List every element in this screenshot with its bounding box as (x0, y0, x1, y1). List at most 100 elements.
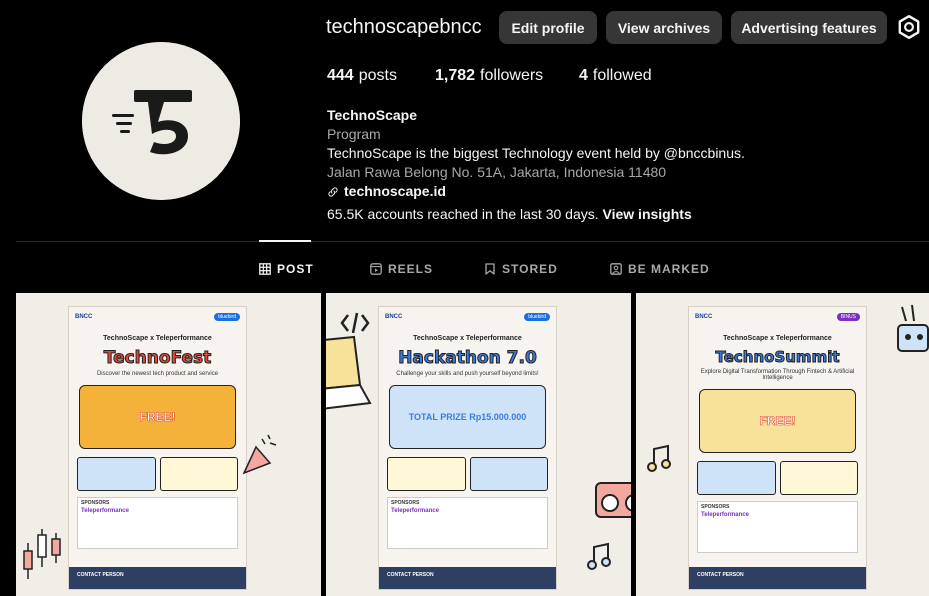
post-tile[interactable]: BNCC BINUS TechnoScape x Teleperformance… (636, 293, 929, 596)
bncc-logo-icon: BNCC (75, 314, 93, 320)
poster-contact: CONTACT PERSON (689, 567, 866, 589)
poster-header: BNCC bluebird (69, 307, 246, 327)
poster-header: BNCC BINUS (689, 307, 866, 327)
post-poster: BNCC bluebird TechnoScape x Teleperforma… (378, 306, 557, 590)
tab-reels[interactable]: REELS (370, 262, 433, 276)
poster-badge: FREE! (139, 410, 176, 425)
active-tab-indicator (259, 240, 311, 242)
poster-collab: TechnoScape x Teleperformance (103, 335, 212, 342)
poster-info-box (387, 457, 466, 491)
view-archives-button[interactable]: View archives (606, 11, 722, 44)
bookmark-icon (485, 263, 495, 275)
poster-info-box (779, 461, 858, 495)
robot-doodle-icon (897, 304, 929, 352)
poster-sponsors: SPONSORS Teleperformance (77, 497, 238, 549)
poster-header: BNCC bluebird (379, 307, 556, 327)
tab-post[interactable]: POST (259, 262, 314, 276)
edit-profile-button[interactable]: Edit profile (499, 11, 597, 44)
sponsor-header: SPONSORS (701, 504, 730, 510)
poster-title: Hackathon 7.0 (398, 348, 538, 369)
boombox-doodle-icon (595, 482, 631, 518)
poster-info-box (469, 457, 548, 491)
followers-count-value: 1,782 (435, 67, 476, 84)
poster-info-boxes (697, 461, 858, 495)
profile-website-text: technoscape.id (344, 183, 446, 199)
insights-text: 65.5K accounts reached in the last 30 da… (327, 206, 599, 222)
poster-artwork: FREE! (79, 385, 236, 449)
profile-description: TechnoScape is the biggest Technology ev… (327, 145, 745, 161)
tab-stored[interactable]: STORED (484, 262, 558, 276)
insights-summary: 65.5K accounts reached in the last 30 da… (327, 206, 692, 222)
advertising-features-button[interactable]: Advertising features (731, 11, 887, 44)
followed-count-label: followed (592, 67, 652, 84)
music-note-doodle-icon (587, 542, 611, 570)
poster-subtitle: Explore Digital Transformation Through F… (700, 369, 855, 381)
followers-count-label: followers (480, 67, 544, 84)
poster-subtitle: Challenge your skills and push yourself … (396, 371, 539, 377)
bncc-logo-icon: BNCC (385, 314, 403, 320)
poster-title: TechnoSummit (715, 348, 840, 367)
sponsor-header: SPONSORS (81, 500, 110, 506)
poster-contact: CONTACT PERSON (379, 567, 556, 589)
poster-info-box (159, 457, 238, 491)
grid-icon (259, 263, 271, 275)
settings-gear-icon[interactable] (896, 14, 922, 40)
poster-artwork: TOTAL PRIZE Rp15.000.000 (389, 385, 546, 449)
profile-address[interactable]: Jalan Rawa Belong No. 51A, Jakarta, Indo… (327, 163, 745, 182)
tab-be-marked[interactable]: BE MARKED (610, 262, 710, 276)
party-popper-doodle-icon (242, 434, 277, 475)
followers-link[interactable]: 1,782 followers (435, 67, 543, 85)
poster-contact: CONTACT PERSON (69, 567, 246, 589)
code-tag-doodle-icon (340, 312, 370, 334)
poster-sponsors: SPONSORS Teleperformance (697, 501, 858, 553)
tab-stored-label: STORED (502, 262, 558, 276)
media-partner-pill: bluebird (524, 313, 550, 321)
tab-reels-label: REELS (388, 262, 434, 276)
poster-badge: FREE! (759, 414, 796, 429)
posts-count-label: posts (358, 67, 397, 84)
candlestick-doodle-icon (23, 529, 61, 579)
media-partner-pill: BINUS (836, 313, 860, 321)
post-poster: BNCC bluebird TechnoScape x Teleperforma… (68, 306, 247, 590)
poster-info-box (77, 457, 156, 491)
poster-info-box (697, 461, 776, 495)
profile-display-name: TechnoScape (327, 107, 417, 123)
sponsor-name: Teleperformance (391, 508, 439, 514)
post-tile[interactable]: BNCC bluebird TechnoScape x Teleperforma… (16, 293, 321, 596)
posts-count-value: 444 (327, 67, 354, 84)
sponsor-name: Teleperformance (81, 508, 129, 514)
laptop-doodle-icon (326, 335, 372, 410)
poster-info-boxes (387, 457, 548, 491)
profile-username: technoscapebncc (326, 16, 482, 38)
music-note-doodle-icon (647, 444, 671, 472)
profile-website-link[interactable]: technoscape.id (327, 182, 745, 201)
tagged-icon (610, 263, 622, 275)
profile-category: Program (327, 126, 381, 142)
poster-artwork: FREE! (699, 389, 856, 453)
media-partner-pill: bluebird (214, 313, 240, 321)
post-poster: BNCC BINUS TechnoScape x Teleperformance… (688, 306, 867, 590)
view-insights-link[interactable]: View insights (603, 206, 692, 222)
poster-title: TechnoFest (103, 348, 212, 369)
poster-collab: TechnoScape x Teleperformance (723, 335, 832, 342)
profile-avatar[interactable] (82, 42, 240, 200)
tabs-divider (16, 241, 929, 242)
poster-info-boxes (77, 457, 238, 491)
sponsor-name: Teleperformance (701, 512, 749, 518)
technoscape-logo-icon (82, 42, 240, 200)
poster-badge: TOTAL PRIZE Rp15.000.000 (408, 412, 527, 422)
post-tile[interactable]: BNCC bluebird TechnoScape x Teleperforma… (326, 293, 631, 596)
followed-link[interactable]: 4 followed (579, 67, 652, 85)
poster-subtitle: Discover the newest tech product and ser… (96, 371, 219, 377)
reels-icon (370, 263, 382, 275)
tab-be-marked-label: BE MARKED (628, 262, 710, 276)
poster-sponsors: SPONSORS Teleperformance (387, 497, 548, 549)
link-icon (328, 186, 338, 197)
sponsor-header: SPONSORS (391, 500, 420, 506)
profile-bio: TechnoScape Program TechnoScape is the b… (327, 106, 745, 201)
tab-post-label: POST (277, 262, 314, 276)
posts-count: 444 posts (327, 67, 397, 85)
poster-collab: TechnoScape x Teleperformance (413, 335, 522, 342)
bncc-logo-icon: BNCC (695, 314, 713, 320)
followed-count-value: 4 (579, 67, 588, 84)
